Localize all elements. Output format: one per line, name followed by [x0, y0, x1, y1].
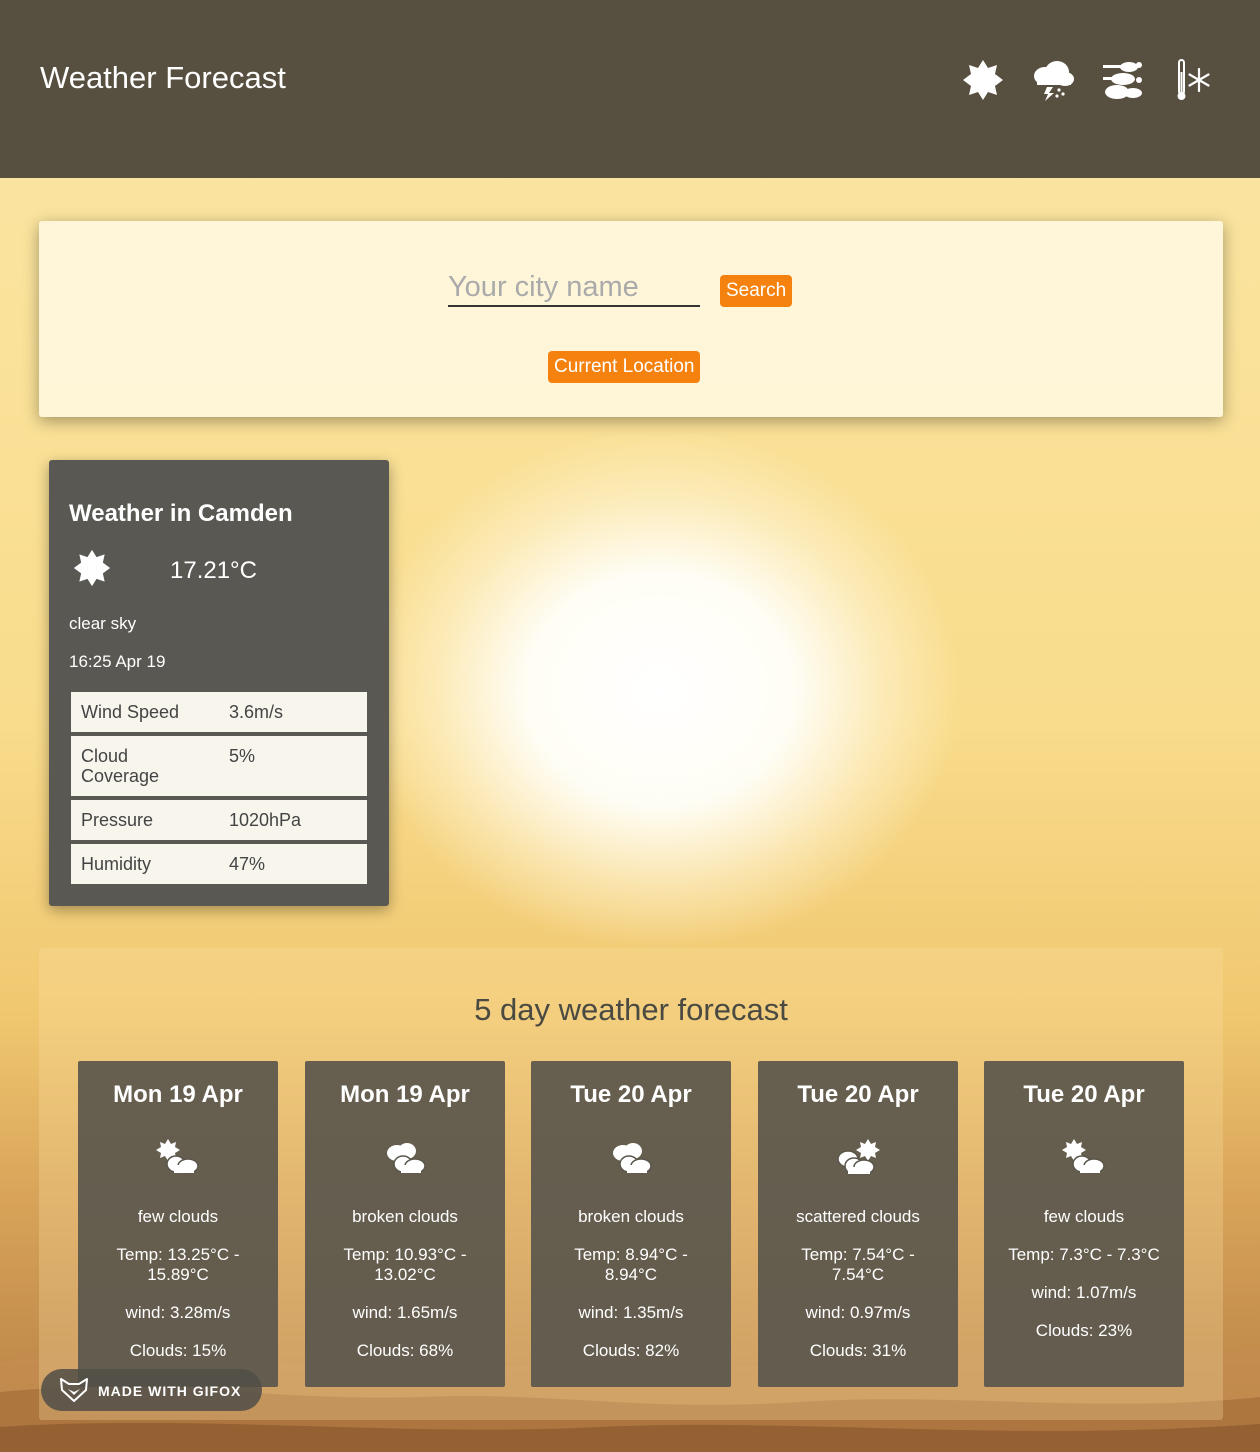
forecast-panel: 5 day weather forecast Mon 19 Apr few cl… — [39, 948, 1223, 1420]
clear-sky-icon — [73, 549, 111, 592]
stat-label: Wind Speed — [81, 702, 180, 722]
current-weather-title: Weather in Camden — [69, 500, 293, 527]
forecast-temperature: Temp: 8.94°C - 8.94°C — [574, 1245, 688, 1284]
forecast-day-card: Tue 20 Apr few clouds Temp: 7.3°C - 7.3°… — [984, 1061, 1184, 1387]
forecast-wind: wind: 1.65m/s — [352, 1303, 458, 1322]
city-search-input[interactable] — [448, 269, 700, 307]
sun-icon — [948, 54, 1018, 106]
forecast-wind: wind: 1.35m/s — [578, 1303, 684, 1322]
forecast-clouds: Clouds: 23% — [1035, 1321, 1133, 1340]
forecast-wind: wind: 3.28m/s — [125, 1303, 231, 1322]
app-title: Weather Forecast — [40, 60, 286, 95]
forecast-clouds: Clouds: 15% — [129, 1341, 227, 1360]
watermark-text: MADE WITH GIFOX — [98, 1383, 242, 1399]
broken-clouds-icon — [607, 1137, 655, 1182]
forecast-description: few clouds — [137, 1207, 219, 1226]
forecast-day-card: Mon 19 Apr few clouds Temp: 13.25°C - 15… — [78, 1061, 278, 1387]
top-bar: Weather Forecast — [0, 0, 1260, 178]
forecast-description: broken clouds — [578, 1207, 684, 1226]
forecast-clouds: Clouds: 82% — [582, 1341, 680, 1360]
cold-thermometer-icon — [1158, 54, 1228, 106]
forecast-date: Mon 19 Apr — [340, 1081, 470, 1108]
stat-label: Humidity — [81, 854, 152, 874]
forecast-temperature: Temp: 13.25°C - 15.89°C — [116, 1245, 240, 1284]
gifox-watermark: MADE WITH GIFOX — [41, 1369, 262, 1411]
forecast-description: few clouds — [1043, 1207, 1125, 1226]
forecast-date: Tue 20 Apr — [570, 1081, 692, 1108]
wind-icon — [1088, 54, 1158, 106]
weather-icons-nav — [948, 54, 1228, 106]
current-temperature: 17.21°C — [170, 557, 257, 584]
stat-row-humidity: Humidity 47% — [71, 844, 367, 884]
current-location-button[interactable]: Current Location — [548, 351, 701, 383]
forecast-temperature: Temp: 7.3°C - 7.3°C — [1008, 1245, 1160, 1264]
forecast-day-card: Mon 19 Apr broken clouds Temp: 10.93°C -… — [305, 1061, 505, 1387]
forecast-day-card: Tue 20 Apr scattered clouds Temp: 7.54°C… — [758, 1061, 958, 1387]
search-panel: Search Current Location — [39, 221, 1223, 417]
broken-clouds-icon — [381, 1137, 429, 1182]
forecast-title: 5 day weather forecast — [474, 992, 788, 1027]
stat-row-cloud-coverage: Cloud Coverage 5% — [71, 736, 367, 796]
fox-logo-icon — [59, 1377, 89, 1406]
stat-value: 3.6m/s — [229, 702, 284, 722]
stat-value: 47% — [229, 854, 266, 874]
stat-value: 1020hPa — [229, 810, 302, 830]
current-weather-card: Weather in Camden 17.21°C clear sky 16:2… — [49, 460, 389, 906]
stat-row-pressure: Pressure 1020hPa — [71, 800, 367, 840]
stat-value: 5% — [229, 746, 256, 766]
forecast-wind: wind: 1.07m/s — [1031, 1283, 1137, 1302]
forecast-clouds: Clouds: 31% — [809, 1341, 907, 1360]
forecast-temperature: Temp: 7.54°C - 7.54°C — [801, 1245, 915, 1284]
forecast-date: Mon 19 Apr — [113, 1081, 243, 1108]
current-time: 16:25 Apr 19 — [69, 652, 166, 671]
current-description: clear sky — [69, 614, 137, 633]
stat-row-wind-speed: Wind Speed 3.6m/s — [71, 692, 367, 732]
forecast-description: scattered clouds — [796, 1207, 920, 1226]
forecast-clouds: Clouds: 68% — [356, 1341, 454, 1360]
scattered-clouds-icon — [834, 1137, 882, 1182]
search-button[interactable]: Search — [720, 275, 793, 307]
forecast-day-card: Tue 20 Apr broken clouds Temp: 8.94°C - … — [531, 1061, 731, 1387]
forecast-wind: wind: 0.97m/s — [805, 1303, 911, 1322]
stat-label: Cloud Coverage — [81, 746, 160, 786]
forecast-description: broken clouds — [352, 1207, 458, 1226]
forecast-date: Tue 20 Apr — [797, 1081, 919, 1108]
thunderstorm-icon — [1018, 54, 1088, 106]
few-clouds-icon — [1060, 1137, 1108, 1182]
forecast-date: Tue 20 Apr — [1023, 1081, 1145, 1108]
forecast-temperature: Temp: 10.93°C - 13.02°C — [343, 1245, 467, 1284]
stat-label: Pressure — [81, 810, 154, 830]
few-clouds-icon — [154, 1137, 202, 1182]
